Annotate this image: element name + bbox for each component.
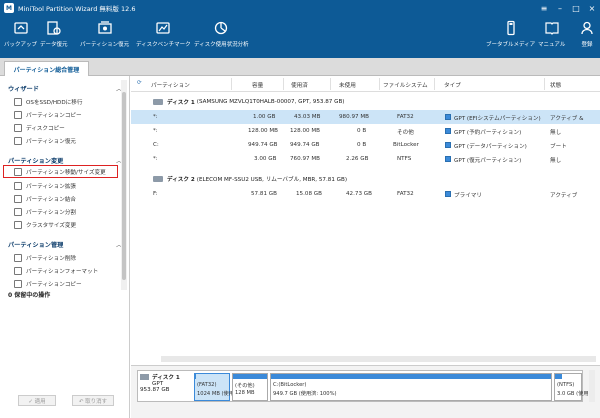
disk-map-segment[interactable]: (NTFS) 3.0 GB (使用	[554, 373, 589, 401]
toolbar-register-button[interactable]: 登録	[579, 20, 595, 48]
scrollbar-thumb[interactable]	[122, 92, 126, 280]
partition-recovery-icon	[97, 20, 113, 36]
segment-usage-bar	[195, 374, 197, 379]
copy-partition-icon	[14, 110, 22, 119]
table-row[interactable]: *: 128.00 MB 128.00 MB 0 B その他 GPT (予約パー…	[131, 124, 600, 138]
col-used[interactable]: 使用済	[291, 81, 308, 89]
sidebar-item-move-resize[interactable]: パーティション移動/サイズ変更	[14, 166, 126, 177]
disk-map-segment[interactable]: (FAT32) 1024 MB (使用	[194, 373, 234, 401]
move-resize-icon	[14, 167, 22, 176]
merge-partition-icon	[14, 194, 22, 203]
tab-partition-management[interactable]: パーティション総合管理	[4, 61, 89, 76]
sidebar-item-copy-disk[interactable]: ディスクコピー	[14, 122, 126, 133]
menu-icon[interactable]: ≡	[536, 0, 552, 16]
disk-map: ディスク 1 GPT 953.87 GB (FAT32) 1024 MB (使用…	[131, 365, 600, 418]
sidebar-item-format-partition[interactable]: パーティションフォーマット	[14, 265, 126, 276]
maximize-icon[interactable]: □	[568, 0, 584, 16]
sidebar: ウィザード ︿ OSをSSD/HDDに移行 パーティションコピー ディスクコピー…	[0, 76, 130, 418]
toolbar-space-analyzer-button[interactable]: ディスク使用状況分析	[194, 20, 249, 48]
segment-usage-bar	[233, 374, 267, 379]
partition-type-icon	[445, 191, 451, 197]
sidebar-item-split-partition[interactable]: パーティション分割	[14, 206, 126, 217]
disk-map-segment[interactable]: C:(BitLocker) 949.7 GB (使用済: 100%)	[270, 373, 552, 401]
partition-type-icon	[445, 142, 451, 148]
table-header: ⟳ パーティション 容量 使用済 未使用 ファイルシステム タイプ 状態	[131, 76, 600, 92]
sidebar-item-migrate-os[interactable]: OSをSSD/HDDに移行	[14, 96, 126, 107]
disk-row[interactable]: ディスク 1 (SAMSUNG MZVLQ1T0HALB-00007, GPT,…	[131, 95, 600, 108]
undo-button[interactable]: ↶ 取り消す	[72, 395, 114, 406]
col-partition[interactable]: パーティション	[151, 81, 190, 89]
toolbar: バックアップ データ復元 パーティション復元 ディスクベンチマーク ディスク使用…	[0, 16, 600, 58]
partition-recovery-icon	[14, 136, 22, 145]
sidebar-item-partition-recovery[interactable]: パーティション復元	[14, 135, 126, 146]
disk-row[interactable]: ディスク 2 (ELECOM MF-SSU2 USB, リムーバブル, MBR,…	[131, 172, 600, 185]
toolbar-data-recovery-button[interactable]: データ復元	[40, 20, 68, 48]
disk-map-segment[interactable]: (その他) 128 MB	[232, 373, 268, 401]
apply-button[interactable]: ✓ 適用	[18, 395, 56, 406]
col-filesystem[interactable]: ファイルシステム	[383, 81, 428, 89]
refresh-icon[interactable]: ⟳	[137, 80, 142, 86]
toolbar-disk-benchmark-button[interactable]: ディスクベンチマーク	[136, 20, 191, 48]
pending-operations-label: 0 保留中の操作	[8, 292, 51, 299]
hard-disk-icon	[153, 98, 163, 105]
table-row[interactable]: *: 1.00 GB 43.03 MB 980.97 MB FAT32 GPT …	[131, 110, 600, 124]
migrate-os-icon	[14, 97, 22, 106]
disk-map-row[interactable]: ディスク 1 GPT 953.87 GB (FAT32) 1024 MB (使用…	[137, 370, 589, 402]
title-bar: M MiniTool Partition Wizard 無料版 12.6 ≡ –…	[0, 0, 600, 16]
window-title: MiniTool Partition Wizard 無料版 12.6	[18, 5, 136, 13]
col-status[interactable]: 状態	[550, 81, 561, 89]
toolbar-bootable-media-button[interactable]: ブータブルメディア	[486, 20, 535, 48]
usb-disk-icon	[153, 175, 163, 182]
sidebar-item-delete-partition[interactable]: パーティション削除	[14, 252, 126, 263]
hard-disk-icon	[140, 374, 149, 380]
segment-usage-bar	[271, 374, 551, 379]
segment-usage-bar	[555, 374, 562, 379]
copy-partition-icon	[14, 279, 22, 288]
sidebar-item-copy-partition-2[interactable]: パーティションコピー	[14, 278, 126, 289]
partition-table: ⟳ パーティション 容量 使用済 未使用 ファイルシステム タイプ 状態 ディス…	[131, 76, 600, 363]
col-type[interactable]: タイプ	[444, 81, 461, 89]
table-row[interactable]: C: 949.74 GB 949.74 GB 0 B BitLocker GPT…	[131, 138, 600, 152]
data-recovery-icon	[46, 20, 62, 36]
manual-icon	[544, 20, 560, 36]
bootable-media-icon	[503, 20, 519, 36]
table-row[interactable]: *: 3.00 GB 760.97 MB 2.26 GB NTFS GPT (復…	[131, 152, 600, 166]
extend-partition-icon	[14, 181, 22, 190]
copy-disk-icon	[14, 123, 22, 132]
tab-bar: パーティション総合管理	[0, 58, 600, 76]
format-partition-icon	[14, 266, 22, 275]
sidebar-scrollbar[interactable]	[121, 80, 127, 290]
table-row[interactable]: F: 57.81 GB 15.08 GB 42.73 GB FAT32 プライマ…	[131, 187, 600, 201]
sidebar-section-wizard: ウィザード	[8, 86, 39, 93]
sidebar-section-manage-partition: パーティション管理	[8, 242, 64, 249]
horizontal-scrollbar[interactable]	[161, 356, 596, 362]
col-capacity[interactable]: 容量	[252, 81, 263, 89]
sidebar-item-copy-partition[interactable]: パーティションコピー	[14, 109, 126, 120]
backup-icon	[13, 20, 29, 36]
partition-type-icon	[445, 156, 451, 162]
sidebar-section-change-partition: パーティション変更	[8, 158, 64, 165]
disk-map-info: ディスク 1 GPT 953.87 GB	[140, 374, 180, 393]
cluster-size-icon	[14, 220, 22, 229]
split-partition-icon	[14, 207, 22, 216]
minimize-icon[interactable]: –	[552, 0, 568, 16]
app-logo-icon: M	[4, 3, 14, 13]
sidebar-item-merge-partition[interactable]: パーティション結合	[14, 193, 126, 204]
toolbar-backup-button[interactable]: バックアップ	[4, 20, 37, 48]
partition-type-icon	[445, 128, 451, 134]
register-icon	[579, 20, 595, 36]
delete-partition-icon	[14, 253, 22, 262]
toolbar-partition-recovery-button[interactable]: パーティション復元	[80, 20, 129, 48]
col-unused[interactable]: 未使用	[339, 81, 356, 89]
space-analyzer-icon	[213, 20, 229, 36]
toolbar-manual-button[interactable]: マニュアル	[538, 20, 565, 48]
disk-map-scrollbar[interactable]	[589, 370, 595, 402]
close-icon[interactable]: ×	[584, 0, 600, 16]
disk-benchmark-icon	[155, 20, 171, 36]
partition-type-icon	[445, 114, 451, 120]
sidebar-item-change-cluster-size[interactable]: クラスタサイズ変更	[14, 219, 126, 230]
sidebar-item-extend-partition[interactable]: パーティション拡張	[14, 180, 126, 191]
